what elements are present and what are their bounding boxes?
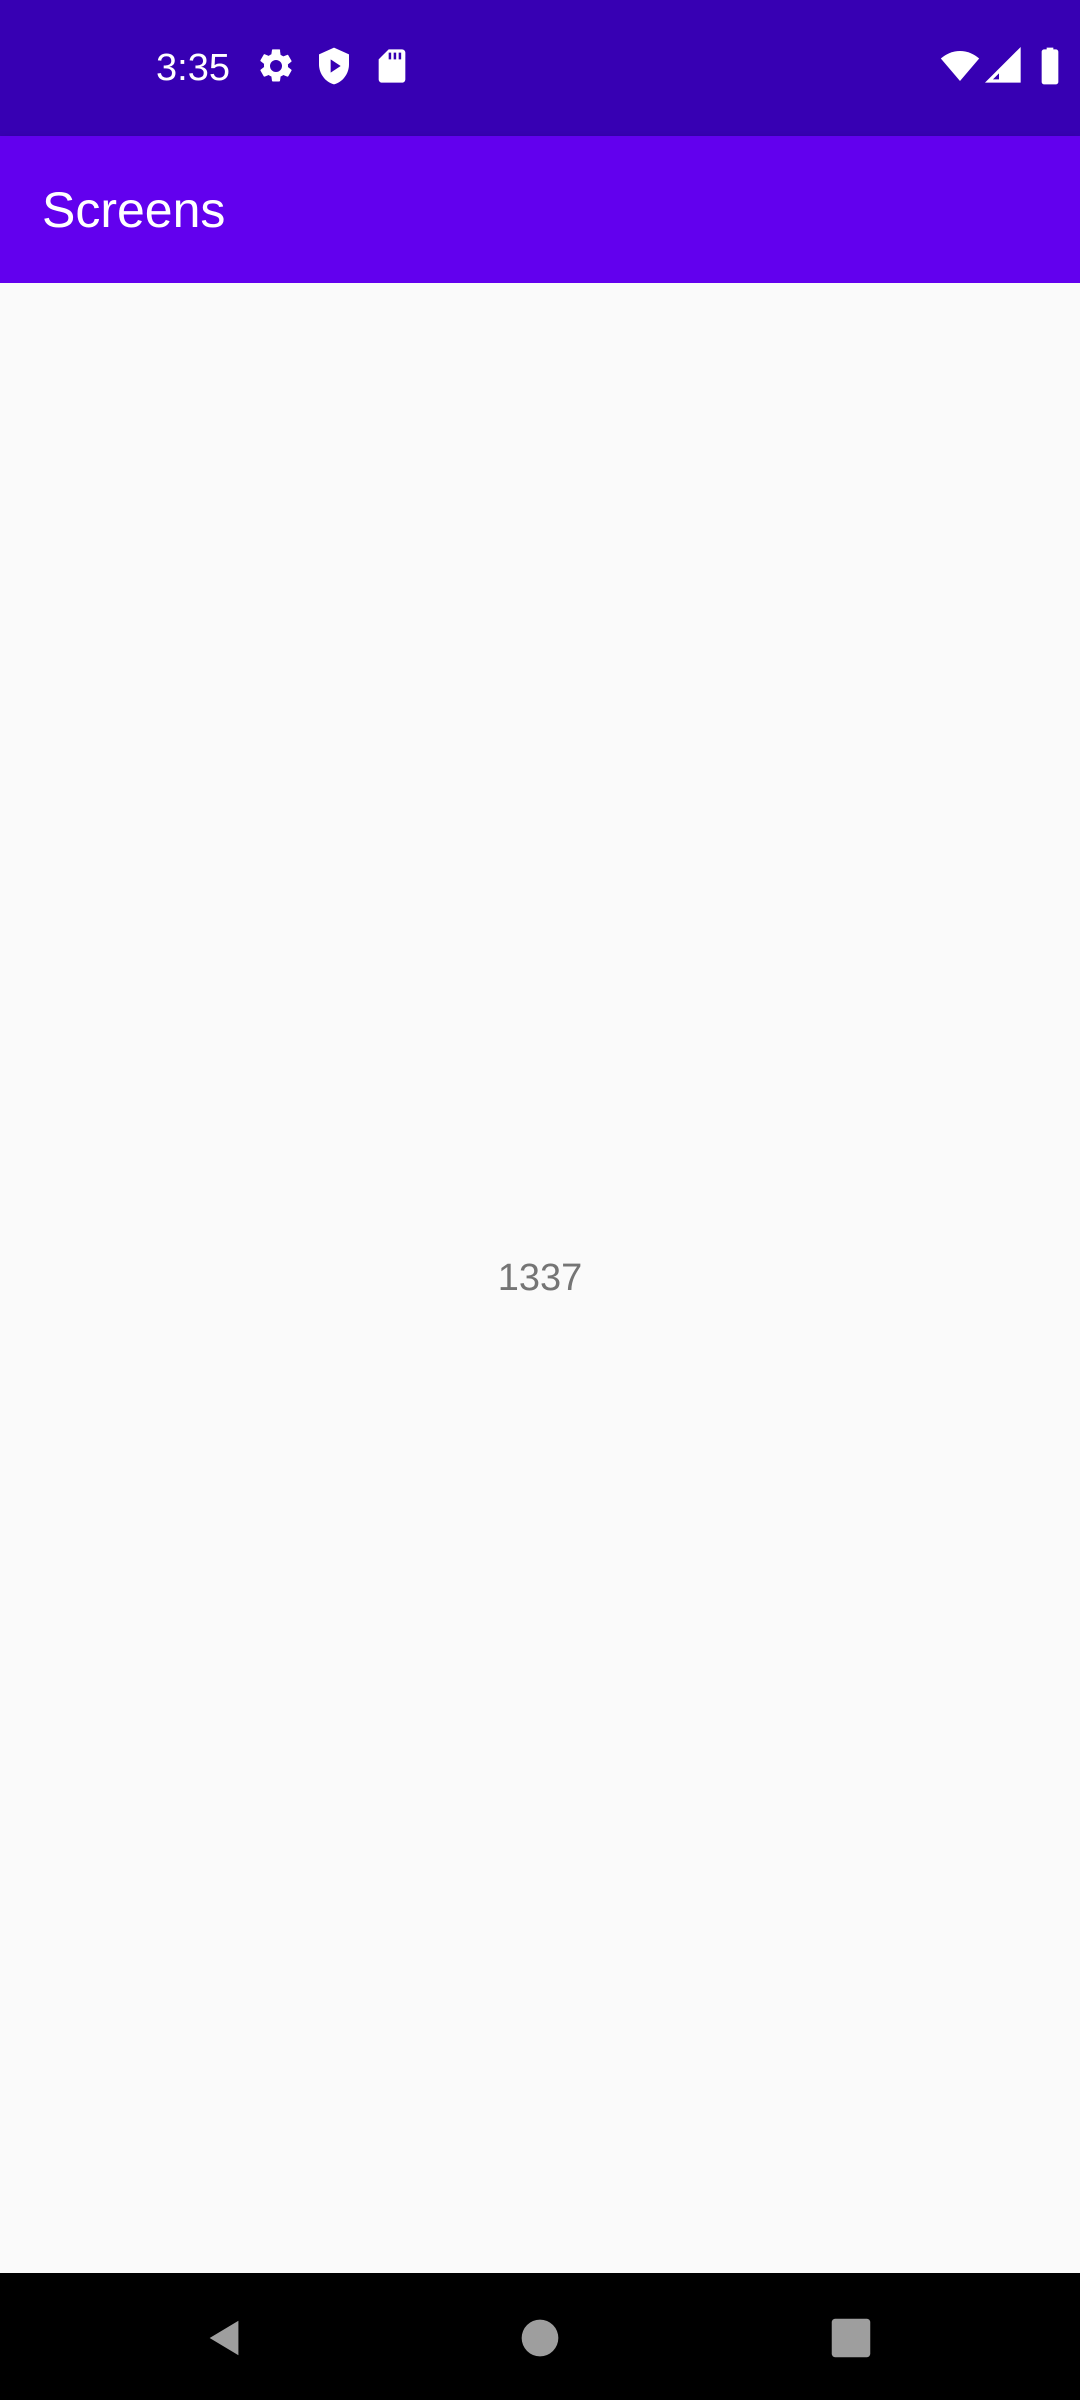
back-button[interactable] [180,2293,270,2383]
wifi-icon [940,46,980,86]
app-title: Screens [42,182,226,238]
sd-card-icon [372,46,412,86]
main-content: 1337 [0,283,1080,2273]
screen: 3:35 Screens 1337 [0,0,1080,2400]
status-bar: 3:35 [0,0,1080,136]
value-text: 1337 [497,1257,583,1299]
shield-play-icon [314,46,354,86]
home-button[interactable] [495,2293,585,2383]
back-icon [202,2315,248,2361]
recents-button[interactable] [806,2293,896,2383]
recents-icon [830,2317,872,2359]
status-time: 3:35 [156,47,230,89]
app-bar: Screens [0,136,1080,283]
gear-icon [256,46,296,86]
cell-signal-icon [984,46,1024,86]
battery-icon [1030,46,1070,86]
navigation-bar [0,2273,1080,2400]
home-icon [520,2318,560,2358]
